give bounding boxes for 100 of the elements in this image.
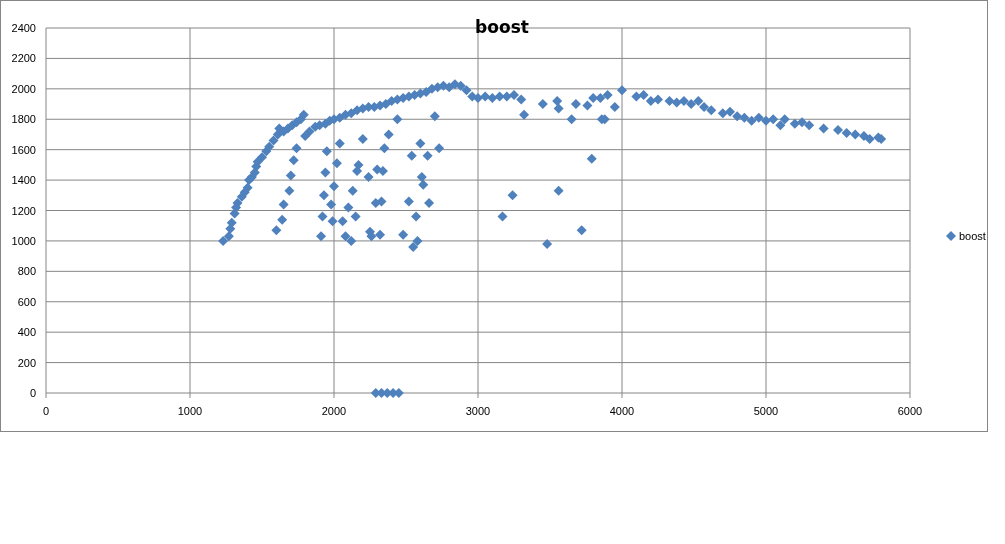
data-point	[300, 131, 311, 141]
data-point	[415, 138, 426, 149]
data-point	[320, 167, 331, 178]
tick-label: 0	[29, 387, 36, 399]
data-point	[455, 80, 466, 91]
data-point	[664, 96, 675, 106]
data-point	[346, 235, 357, 246]
data-point	[497, 211, 508, 222]
data-point	[291, 143, 302, 154]
data-point	[553, 103, 564, 114]
data-point	[418, 179, 429, 190]
data-point	[232, 197, 243, 208]
tick-label: 2200	[11, 52, 36, 65]
data-point	[288, 155, 299, 166]
data-point	[278, 199, 289, 210]
data-point	[347, 185, 358, 196]
tick-label: 1600	[11, 143, 36, 156]
data-point	[501, 91, 512, 102]
data-point	[252, 156, 263, 167]
data-point	[331, 158, 342, 169]
data-point	[343, 202, 354, 213]
data-point	[379, 143, 390, 154]
data-point	[609, 102, 620, 113]
data-point	[779, 114, 790, 125]
data-point	[327, 216, 338, 227]
data-point	[424, 197, 435, 208]
data-point	[318, 190, 329, 201]
data-point	[595, 92, 606, 103]
data-point	[746, 115, 757, 126]
data-point	[753, 112, 764, 123]
data-point	[416, 172, 427, 183]
data-point	[393, 388, 404, 398]
data-point	[818, 123, 829, 134]
data-point	[566, 114, 577, 125]
data-point	[223, 231, 234, 242]
data-point	[264, 141, 275, 152]
data-point	[337, 216, 348, 227]
data-point	[377, 165, 388, 176]
data-point	[775, 120, 786, 131]
data-point	[422, 150, 433, 161]
data-point	[761, 115, 771, 126]
tick-label: 400	[17, 326, 36, 339]
data-point	[473, 92, 483, 103]
chart-title: boost	[475, 17, 529, 37]
data-point	[686, 99, 697, 110]
data-point	[285, 170, 296, 181]
data-point	[494, 91, 505, 102]
data-point	[271, 225, 282, 236]
data-point	[218, 235, 229, 246]
data-point	[326, 199, 337, 210]
data-point	[411, 211, 422, 222]
data-point	[392, 94, 403, 105]
data-point	[768, 114, 779, 125]
tick-label: 1000	[177, 405, 203, 417]
data-point	[631, 91, 642, 102]
data-point	[480, 91, 491, 102]
data-point	[833, 124, 843, 135]
data-point	[444, 82, 455, 93]
data-point	[706, 105, 717, 116]
tick-label: 600	[17, 295, 36, 308]
data-point	[461, 85, 472, 96]
tick-label: 0	[42, 405, 50, 417]
data-point	[671, 97, 682, 108]
data-point	[329, 181, 339, 192]
data-point	[487, 92, 498, 103]
data-point	[225, 223, 236, 234]
data-point	[316, 231, 327, 242]
data-point	[350, 211, 361, 222]
data-point	[542, 238, 553, 249]
data-point	[392, 114, 403, 125]
data-point	[277, 214, 288, 225]
data-point	[725, 106, 735, 117]
tick-label: 800	[17, 265, 36, 278]
data-point	[739, 112, 750, 123]
data-point	[298, 109, 309, 120]
data-point	[507, 190, 518, 201]
data-point	[586, 153, 597, 164]
data-point	[864, 134, 875, 144]
data-point	[570, 99, 581, 110]
data-point	[380, 99, 391, 110]
data-point	[693, 96, 704, 106]
data-point	[226, 217, 237, 228]
data-point	[717, 108, 728, 119]
data-point	[516, 94, 527, 105]
data-point	[519, 109, 530, 120]
data-point	[602, 89, 613, 100]
tick-label: 1400	[11, 174, 36, 187]
data-point	[268, 135, 279, 146]
data-point	[408, 242, 419, 252]
data-point	[412, 235, 423, 246]
data-point	[357, 134, 368, 144]
tick-label: 1200	[11, 204, 36, 217]
data-point	[406, 150, 417, 161]
tick-label: 2000	[321, 405, 347, 417]
tick-label: 4000	[609, 405, 635, 417]
data-point	[588, 92, 599, 103]
data-point	[366, 231, 377, 242]
tick-label: 1800	[11, 113, 36, 126]
data-point	[789, 118, 800, 129]
data-point	[334, 138, 345, 149]
